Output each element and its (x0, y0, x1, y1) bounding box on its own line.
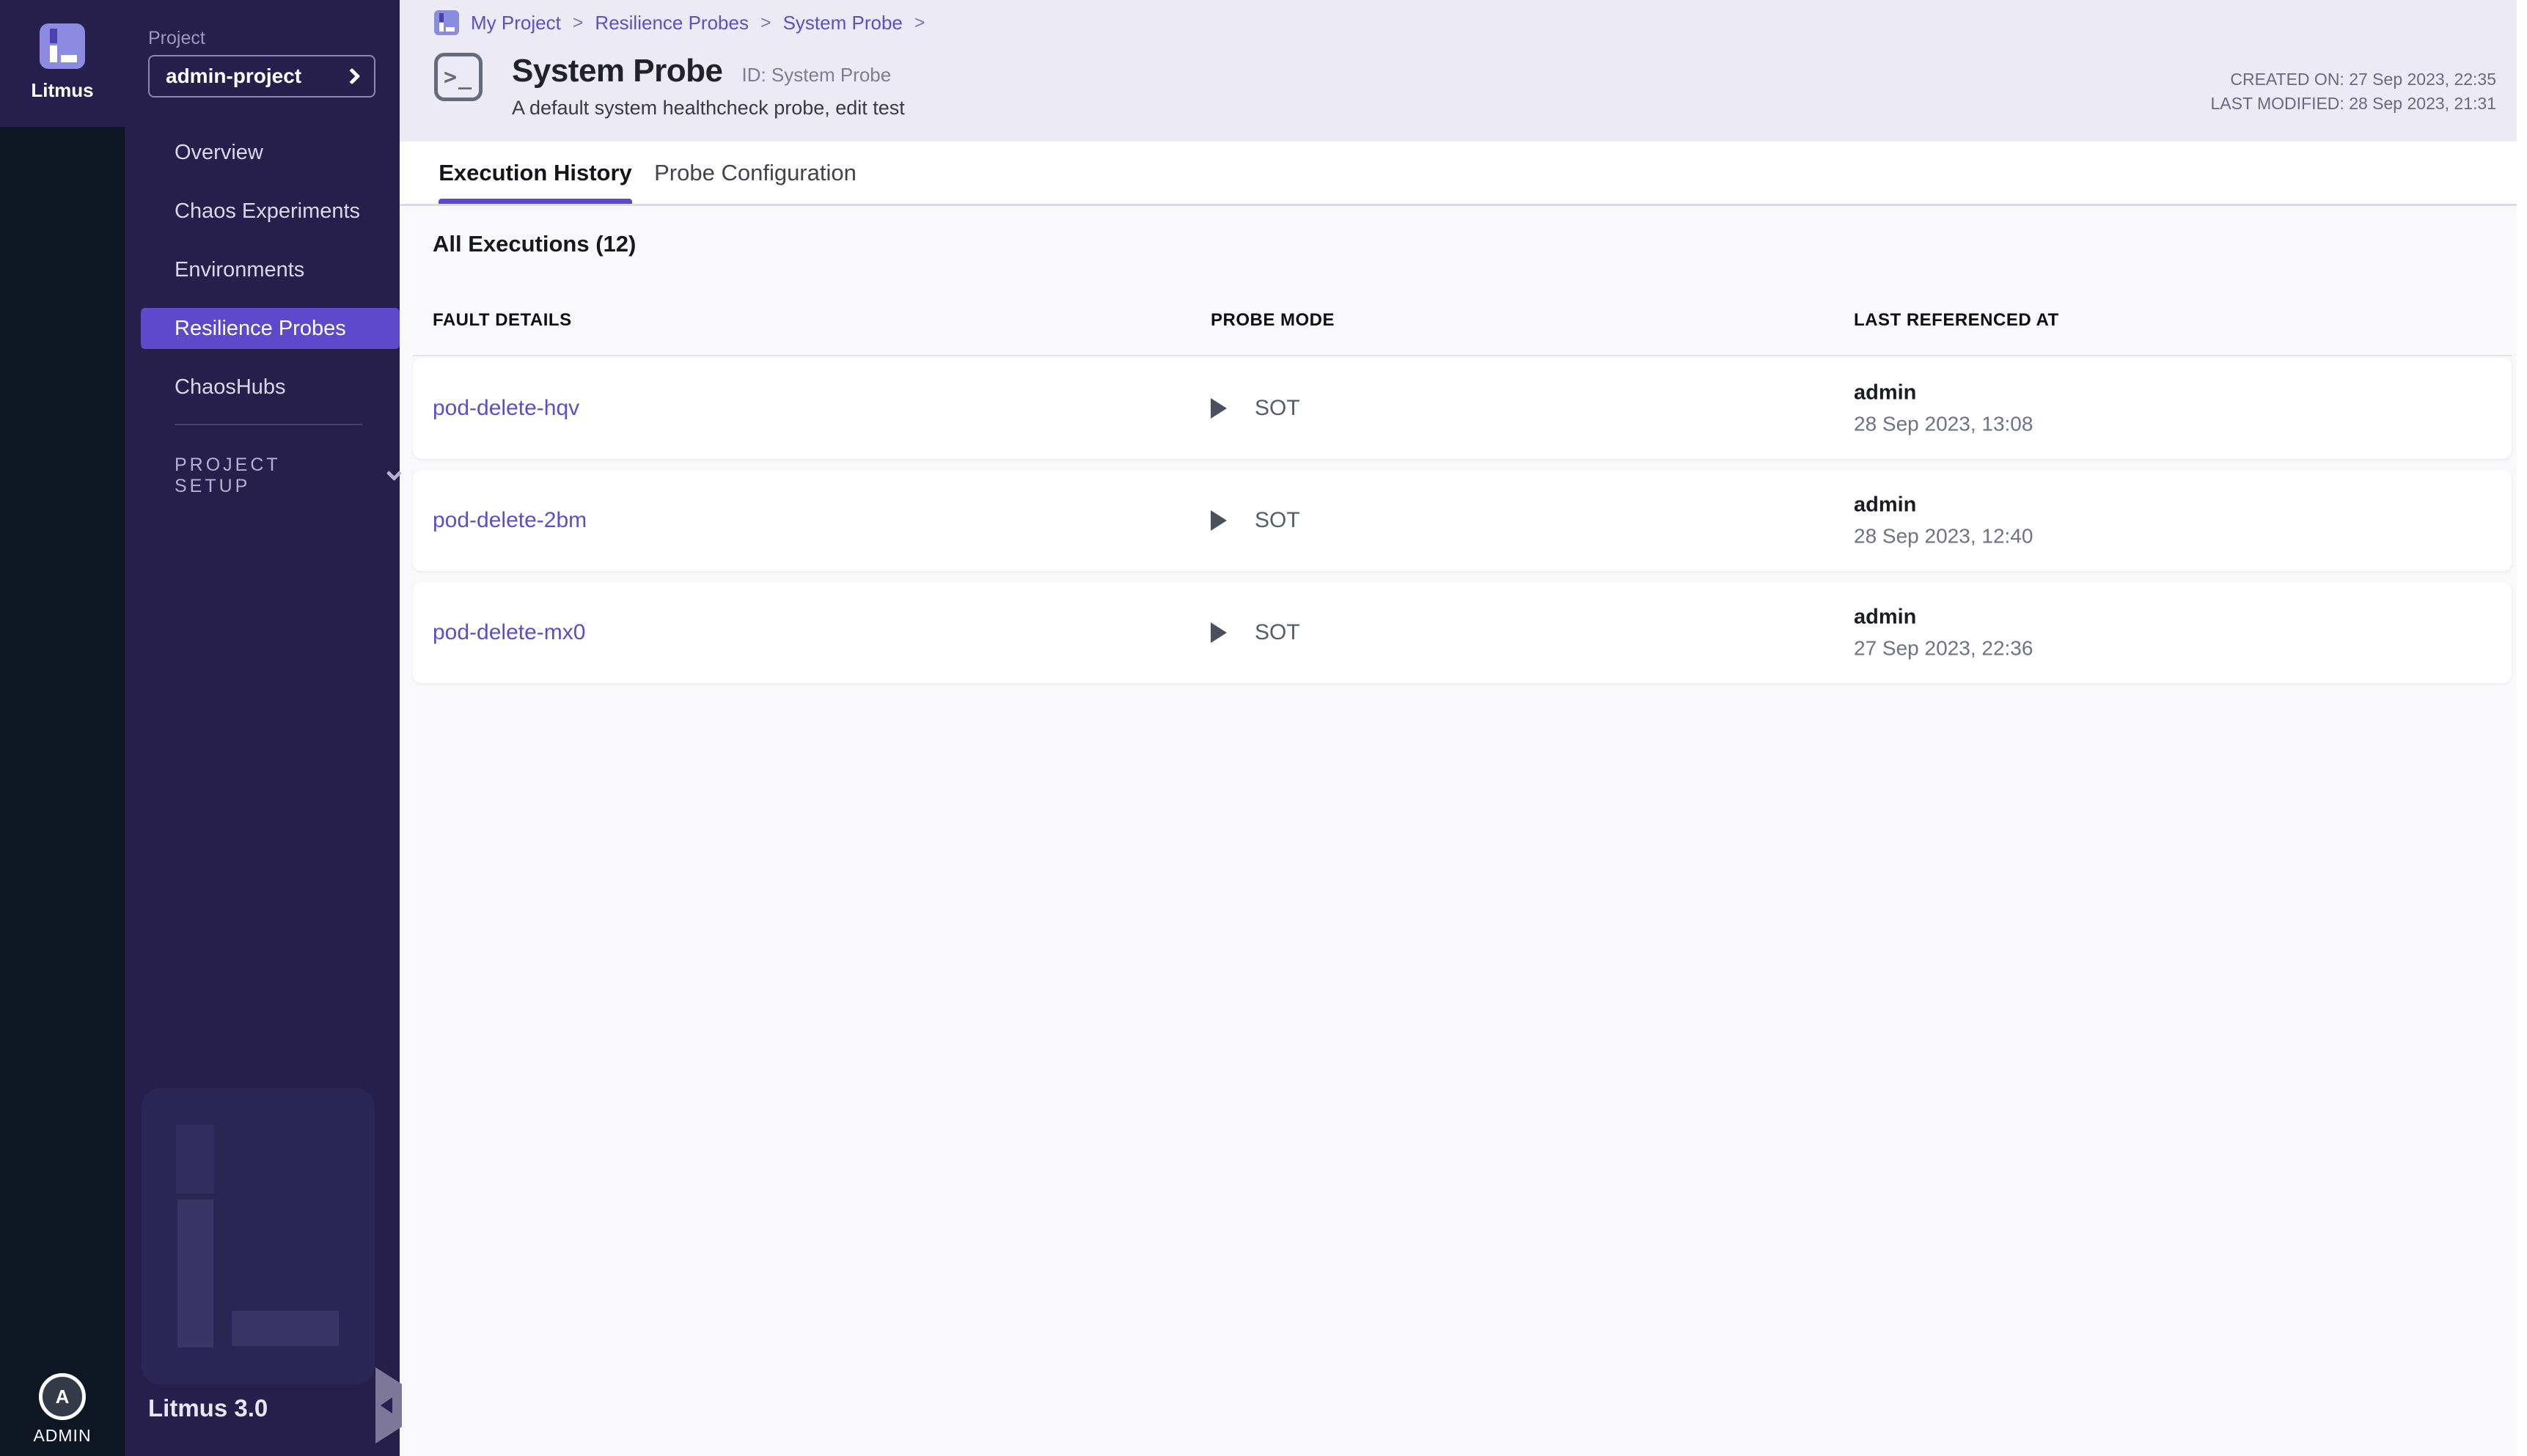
referenced-by-user: admin (1854, 606, 2033, 630)
table-row[interactable]: pod-delete-hqv SOT admin 28 Sep 2023, 13… (413, 358, 2512, 459)
terminal-probe-icon: >_ (434, 53, 483, 101)
sidebar: Project admin-project Overview Chaos Exp… (125, 0, 400, 1456)
user-menu[interactable]: A ADMIN (0, 1373, 125, 1446)
page-header: My Project > Resilience Probes > System … (400, 0, 2527, 141)
column-last-referenced: LAST REFERENCED AT (1854, 310, 2059, 331)
sidebar-item-overview[interactable]: Overview (125, 123, 400, 182)
chevron-right-icon (344, 68, 361, 85)
play-icon[interactable] (1211, 510, 1227, 531)
breadcrumb-link-my-project[interactable]: My Project (471, 12, 561, 34)
tab-execution-history[interactable]: Execution History (439, 141, 632, 204)
page-title: System Probe (512, 53, 722, 89)
chevron-down-icon (386, 465, 402, 480)
breadcrumb-separator: > (760, 12, 771, 34)
logo-tick (50, 29, 58, 43)
column-probe-mode: PROBE MODE (1211, 310, 1335, 331)
sidebar-divider (175, 424, 362, 425)
probe-mode-value: SOT (1255, 396, 1300, 421)
watermark-tick (176, 1125, 214, 1194)
sidebar-watermark-logo (142, 1088, 375, 1385)
sidebar-item-resilience-probes[interactable]: Resilience Probes (141, 308, 400, 349)
breadcrumb-link-system-probe[interactable]: System Probe (783, 12, 903, 34)
fault-link[interactable]: pod-delete-2bm (433, 508, 587, 533)
column-fault-details: FAULT DETAILS (433, 310, 572, 331)
collapse-arrow-icon (381, 1397, 392, 1413)
breadcrumb-separator: > (573, 12, 584, 34)
rail-brand-block: Litmus (0, 0, 125, 127)
referenced-by-user: admin (1854, 381, 2033, 405)
sidebar-nav: Overview Chaos Experiments Environments … (125, 123, 400, 416)
fault-link[interactable]: pod-delete-mx0 (433, 620, 585, 645)
avatar[interactable]: A (39, 1373, 86, 1420)
probe-description: A default system healthcheck probe, edit… (512, 97, 905, 120)
breadcrumb-separator: > (914, 12, 925, 34)
executions-table: pod-delete-hqv SOT admin 28 Sep 2023, 13… (413, 358, 2512, 694)
scrollbar-track[interactable] (2517, 0, 2527, 1456)
probe-mode-value: SOT (1255, 508, 1300, 533)
app-root: Litmus A ADMIN Project admin-project Ove… (0, 0, 2527, 1456)
table-row[interactable]: pod-delete-2bm SOT admin 28 Sep 2023, 12… (413, 470, 2512, 571)
executions-count-title: All Executions (12) (433, 231, 636, 257)
sidebar-item-chaoshubs[interactable]: ChaosHubs (125, 358, 400, 416)
table-row[interactable]: pod-delete-mx0 SOT admin 27 Sep 2023, 22… (413, 582, 2512, 683)
tab-bar: Execution History Probe Configuration (400, 141, 2527, 206)
user-label: ADMIN (0, 1426, 125, 1446)
probe-mode-value: SOT (1255, 620, 1300, 645)
breadcrumb-link-resilience-probes[interactable]: Resilience Probes (595, 12, 749, 34)
table-header: FAULT DETAILS PROBE MODE LAST REFERENCED… (413, 287, 2512, 356)
project-label: Project (148, 28, 205, 49)
title-row: >_ System Probe ID: System Probe A defau… (434, 53, 905, 120)
breadcrumb: My Project > Resilience Probes > System … (434, 10, 925, 35)
breadcrumb-logo-icon (434, 10, 459, 35)
litmus-logo-icon[interactable] (40, 23, 85, 69)
watermark-base (232, 1311, 339, 1346)
referenced-at-time: 27 Sep 2023, 22:36 (1854, 637, 2033, 661)
created-on-label: CREATED ON: 27 Sep 2023, 22:35 (2210, 67, 2496, 92)
probe-timestamps: CREATED ON: 27 Sep 2023, 22:35 LAST MODI… (2210, 67, 2496, 116)
execution-history-panel: All Executions (12) FAULT DETAILS PROBE … (400, 206, 2527, 1454)
sidebar-item-chaos-experiments[interactable]: Chaos Experiments (125, 182, 400, 240)
main-content: My Project > Resilience Probes > System … (400, 0, 2527, 1456)
project-setup-label: PROJECT SETUP (175, 455, 361, 497)
play-icon[interactable] (1211, 398, 1227, 419)
logo-base (61, 55, 78, 63)
play-icon[interactable] (1211, 622, 1227, 643)
project-setup-toggle[interactable]: PROJECT SETUP (175, 455, 400, 497)
logo-stem (50, 45, 58, 63)
brand-label: Litmus (0, 79, 125, 102)
referenced-by-user: admin (1854, 493, 2033, 518)
left-rail: Litmus A ADMIN (0, 0, 125, 1456)
sidebar-item-environments[interactable]: Environments (125, 240, 400, 299)
project-select-value: admin-project (166, 65, 346, 88)
project-select[interactable]: admin-project (148, 55, 375, 98)
watermark-stem (177, 1199, 213, 1347)
last-modified-label: LAST MODIFIED: 28 Sep 2023, 21:31 (2210, 92, 2496, 116)
referenced-at-time: 28 Sep 2023, 12:40 (1854, 525, 2033, 548)
probe-id-label: ID: System Probe (741, 64, 891, 87)
referenced-at-time: 28 Sep 2023, 13:08 (1854, 413, 2033, 436)
tab-probe-configuration[interactable]: Probe Configuration (649, 141, 862, 204)
sidebar-collapse-handle[interactable] (375, 1367, 402, 1444)
fault-link[interactable]: pod-delete-hqv (433, 396, 579, 421)
version-label: Litmus 3.0 (148, 1394, 268, 1422)
